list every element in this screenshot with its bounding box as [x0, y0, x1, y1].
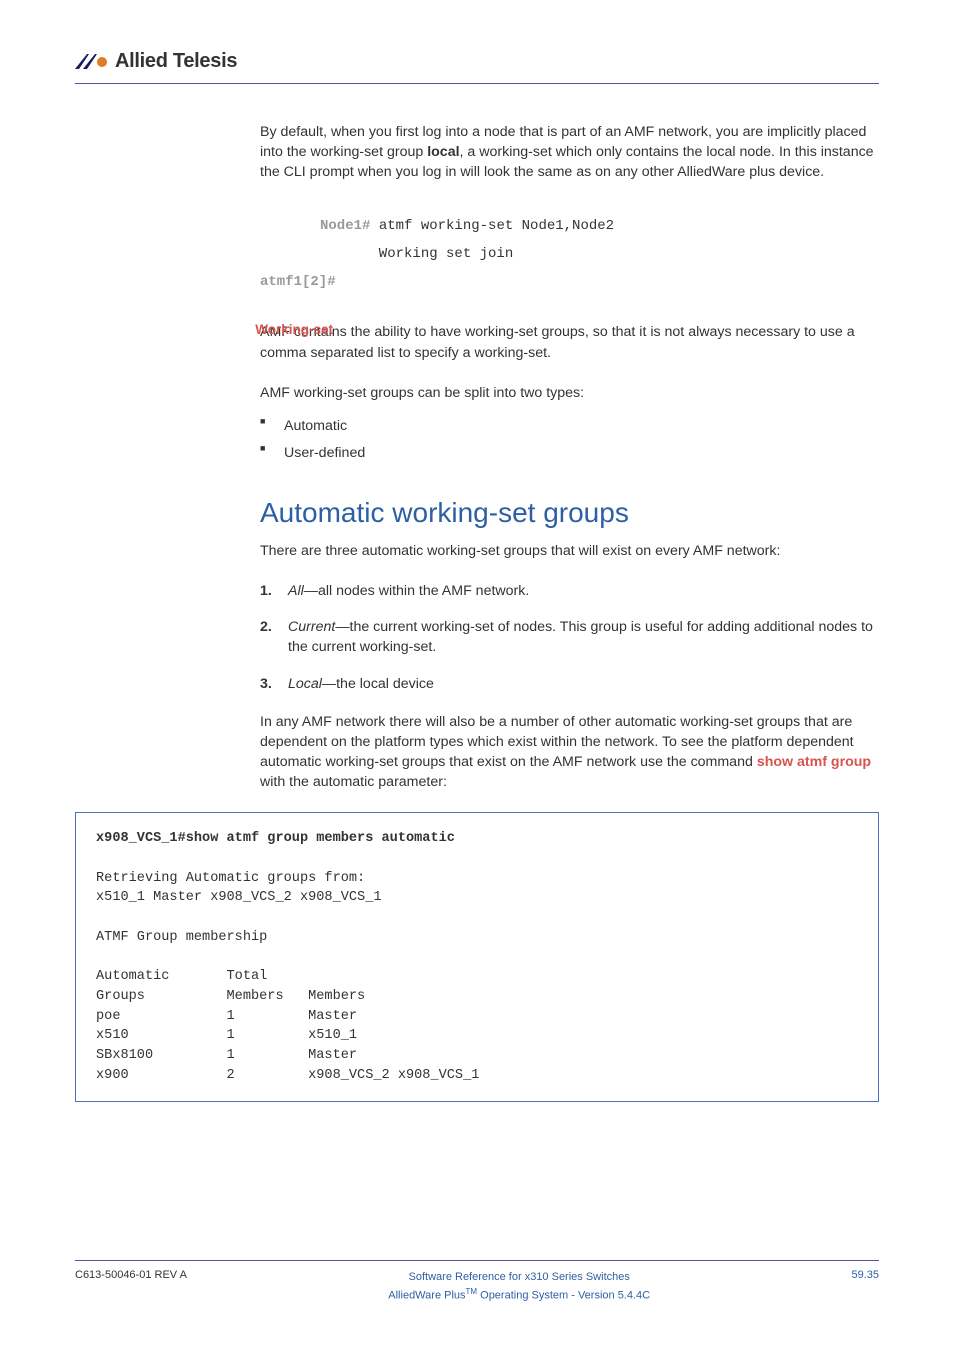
footer-version: Operating System - Version 5.4.4C [477, 1290, 650, 1302]
cli-output-line: Working set join [320, 240, 879, 268]
margin-label-working-set: Working-set [163, 322, 333, 337]
cli-prompt-2: atmf1[2]# [260, 274, 336, 290]
list-rest-all: —all nodes within the AMF network. [304, 583, 530, 599]
cli-command-1: atmf working-set Node1,Node2 [370, 218, 614, 234]
brand-name: Allied Telesis [115, 50, 237, 73]
output-prompt: x908_VCS_1# [96, 831, 186, 846]
output-nodes: x510_1 Master x908_VCS_2 x908_VCS_1 [96, 890, 382, 905]
platform-para-text-2: with the automatic parameter: [260, 774, 447, 790]
list-rest-local: —the local device [322, 676, 434, 692]
automatic-groups-list: All—all nodes within the AMF network. Cu… [260, 581, 879, 694]
footer-title: Software Reference for x310 Series Switc… [388, 1269, 650, 1286]
working-set-para-1: AMF contains the ability to have working… [260, 322, 879, 362]
footer-center: Software Reference for x310 Series Switc… [388, 1269, 650, 1304]
cli-output-box: x908_VCS_1#show atmf group members autom… [75, 812, 879, 1102]
section-heading: Automatic working-set groups [260, 497, 879, 529]
working-set-types-list: Automatic User-defined [260, 413, 879, 467]
intro-paragraph: By default, when you first log into a no… [260, 122, 879, 182]
show-atmf-group-link[interactable]: show atmf group [757, 754, 871, 770]
footer-product: AlliedWare Plus [388, 1290, 465, 1302]
output-table: Automatic Total Groups Members Members p… [96, 969, 479, 1083]
intro-bold: local [427, 144, 459, 160]
list-term-current: Current [288, 619, 335, 635]
brand-logo-icon [75, 52, 109, 72]
list-term-local: Local [288, 676, 322, 692]
bullet-user-defined: User-defined [260, 440, 879, 467]
cli-example-1: Node1# atmf working-set Node1,Node2 Work… [320, 212, 879, 296]
footer-rule [75, 1260, 879, 1261]
list-item-local: Local—the local device [260, 674, 879, 694]
bullet-automatic: Automatic [260, 413, 879, 440]
cli-prompt-1: Node1# [320, 218, 370, 234]
list-term-all: All [288, 583, 304, 599]
footer-docid: C613-50046-01 REV A [75, 1269, 187, 1281]
brand-logo: Allied Telesis [75, 50, 879, 73]
output-membership: ATMF Group membership [96, 930, 267, 945]
list-item-all: All—all nodes within the AMF network. [260, 581, 879, 601]
page-footer: C613-50046-01 REV A Software Reference f… [75, 1260, 879, 1304]
list-item-current: Current—the current working-set of nodes… [260, 617, 879, 657]
platform-groups-para: In any AMF network there will also be a … [260, 712, 879, 793]
output-command: show atmf group members automatic [186, 831, 455, 846]
footer-tm: TM [466, 1287, 478, 1296]
list-rest-current: —the current working-set of nodes. This … [288, 619, 873, 655]
header-rule [75, 83, 879, 84]
section-intro-para: There are three automatic working-set gr… [260, 541, 879, 561]
output-retrieving: Retrieving Automatic groups from: [96, 871, 365, 886]
footer-page-number: 59.35 [851, 1269, 879, 1281]
working-set-para-2: AMF working-set groups can be split into… [260, 383, 879, 403]
